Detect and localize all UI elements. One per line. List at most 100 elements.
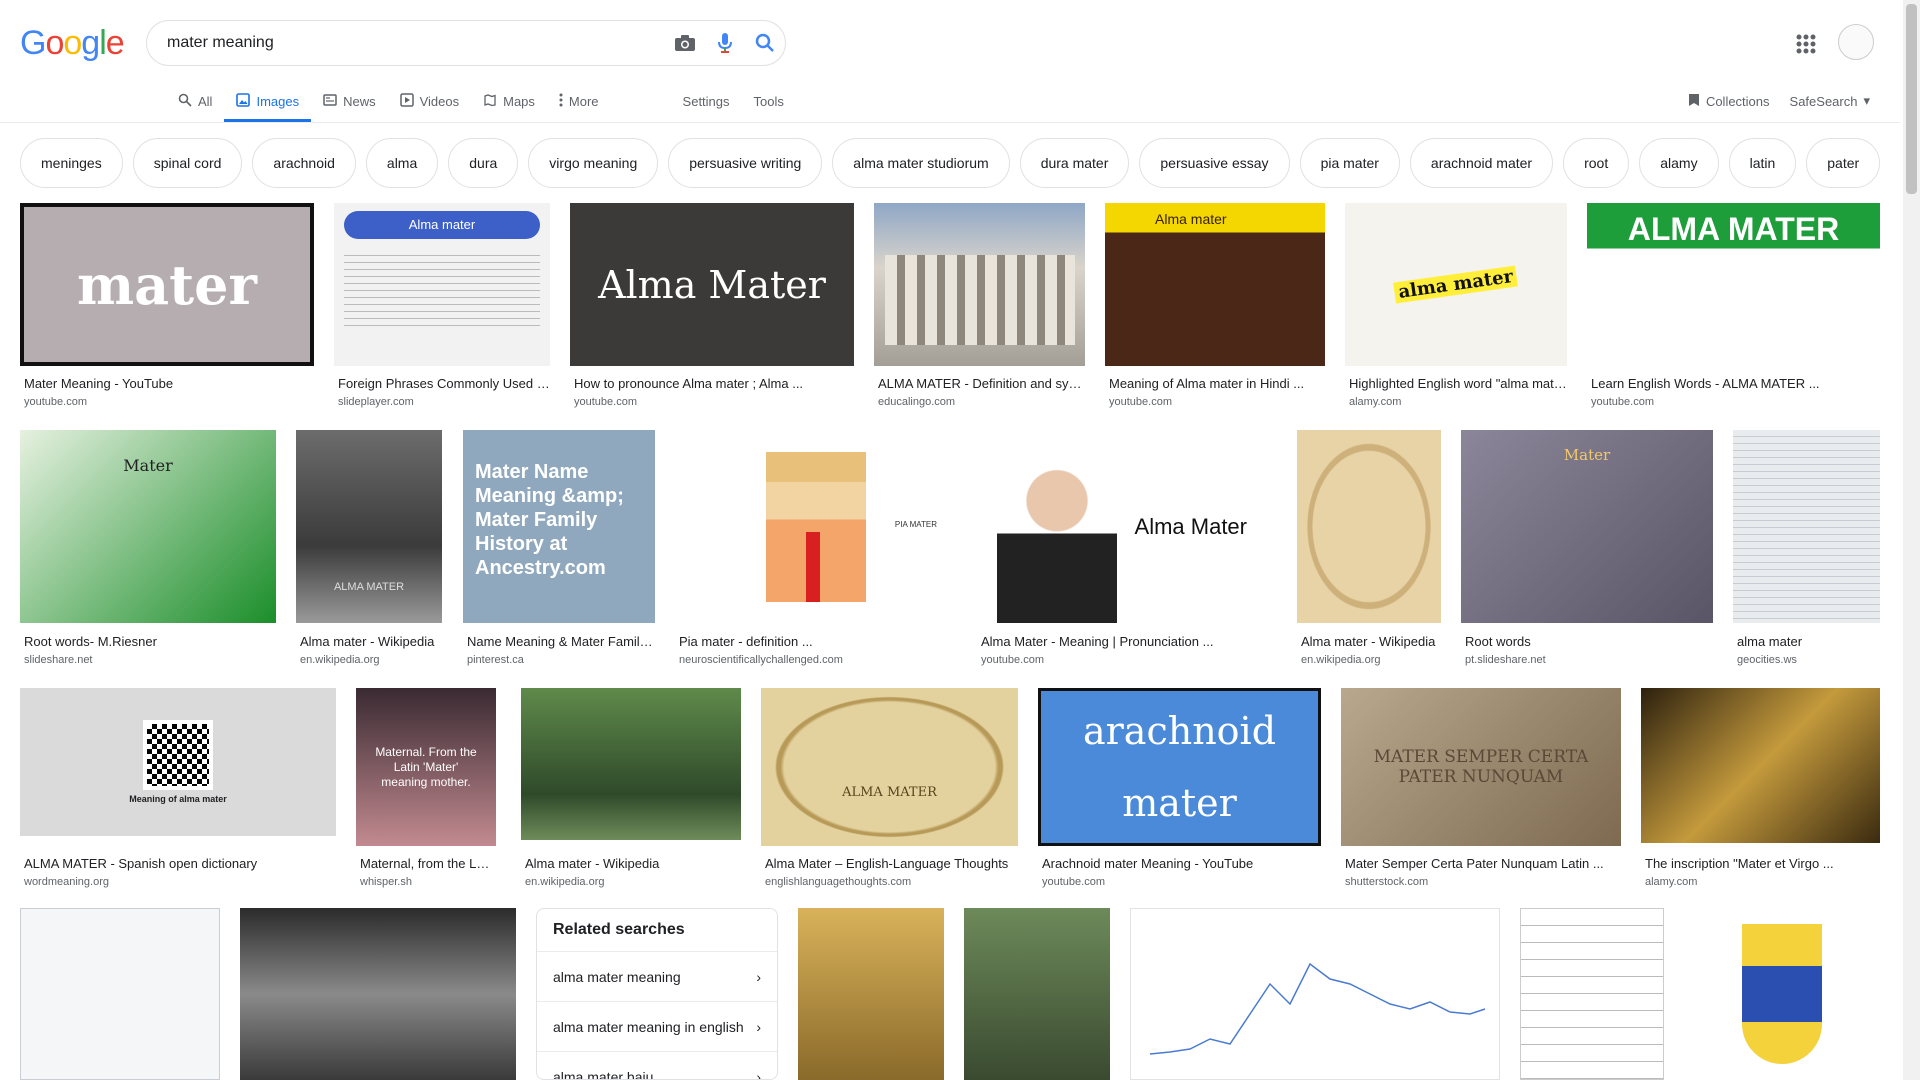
result-title[interactable]: Name Meaning & Mater Family... xyxy=(467,634,655,649)
tab-maps[interactable]: Maps xyxy=(471,80,547,122)
tab-images[interactable]: Images xyxy=(224,80,311,122)
image-result[interactable]: Alma mater Foreign Phrases Commonly Used… xyxy=(334,203,550,408)
tab-all[interactable]: All xyxy=(166,80,224,122)
camera-icon[interactable] xyxy=(665,23,705,63)
result-thumbnail[interactable]: ALMA MATER xyxy=(1587,203,1880,366)
result-title[interactable]: Maternal, from the Lati... xyxy=(360,856,496,871)
result-title[interactable]: Alma Mater – English-Language Thoughts xyxy=(765,856,1018,871)
result-title[interactable]: Mater Meaning - YouTube xyxy=(24,376,314,391)
scrollbar-thumb[interactable] xyxy=(1906,4,1917,194)
image-result[interactable]: Maternal. From the Latin 'Mater' meaning… xyxy=(356,688,496,893)
settings-link[interactable]: Settings xyxy=(671,80,742,122)
result-thumbnail[interactable]: Alma Mater xyxy=(570,203,854,366)
result-thumbnail[interactable]: ALMA MATER xyxy=(296,430,442,623)
image-result[interactable] xyxy=(1684,908,1880,1080)
result-thumbnail[interactable]: PIA MATER xyxy=(675,430,957,623)
result-thumbnail[interactable] xyxy=(1641,688,1880,843)
image-result[interactable]: Alma Mater How to pronounce Alma mater ;… xyxy=(570,203,854,408)
page-scrollbar[interactable] xyxy=(1903,0,1920,1080)
chip[interactable]: alma mater studiorum xyxy=(832,138,1010,188)
apps-grid-icon[interactable] xyxy=(1794,32,1818,56)
chip[interactable]: root xyxy=(1563,138,1630,188)
image-result[interactable]: arachnoid mater Arachnoid mater Meaning … xyxy=(1038,688,1321,893)
result-thumbnail[interactable]: Alma mater xyxy=(334,203,550,366)
result-title[interactable]: Root words- M.Riesner xyxy=(24,634,276,649)
image-result[interactable] xyxy=(20,908,220,1080)
google-logo[interactable]: Google xyxy=(20,24,125,63)
result-title[interactable]: Learn English Words - ALMA MATER ... xyxy=(1591,376,1880,391)
chip[interactable]: arachnoid mater xyxy=(1409,138,1554,188)
result-thumbnail[interactable] xyxy=(20,908,220,1080)
result-title[interactable]: Pia mater - definition ... xyxy=(679,634,957,649)
chip[interactable]: alma xyxy=(365,138,439,188)
chip[interactable]: pater xyxy=(1806,138,1881,188)
result-thumbnail[interactable]: Meaning of alma mater xyxy=(20,688,336,836)
result-thumbnail[interactable] xyxy=(240,908,516,1080)
result-title[interactable]: Alma mater - Wikipedia xyxy=(525,856,741,871)
image-result[interactable] xyxy=(240,908,516,1080)
safesearch-button[interactable]: SafeSearch ▾ xyxy=(1790,93,1870,109)
tools-link[interactable]: Tools xyxy=(742,80,796,122)
chip[interactable]: spinal cord xyxy=(132,138,243,188)
result-thumbnail[interactable] xyxy=(1733,430,1880,623)
chip[interactable]: latin xyxy=(1728,138,1797,188)
related-search-item[interactable]: alma mater baju › xyxy=(537,1051,777,1079)
result-thumbnail[interactable] xyxy=(521,688,741,840)
result-title[interactable]: Alma mater - Wikipedia xyxy=(1301,634,1441,649)
result-thumbnail[interactable]: Alma mater xyxy=(1105,203,1325,366)
image-result[interactable] xyxy=(1520,908,1664,1080)
result-title[interactable]: Highlighted English word "alma mate... xyxy=(1349,376,1567,391)
result-title[interactable]: How to pronounce Alma mater ; Alma ... xyxy=(574,376,854,391)
chip[interactable]: virgo meaning xyxy=(528,138,659,188)
result-thumbnail[interactable]: Maternal. From the Latin 'Mater' meaning… xyxy=(356,688,496,846)
image-result[interactable]: Alma mater - Wikipedia en.wikipedia.org xyxy=(521,688,741,893)
result-title[interactable]: alma mater xyxy=(1737,634,1880,649)
chip[interactable]: dura mater xyxy=(1019,138,1130,188)
image-result[interactable]: ALMA MATER Alma Mater – English-Language… xyxy=(761,688,1018,893)
result-title[interactable]: ALMA MATER - Spanish open dictionary xyxy=(24,856,336,871)
result-thumbnail[interactable]: alma mater xyxy=(1345,203,1567,366)
search-input[interactable] xyxy=(167,34,665,52)
tab-more[interactable]: More xyxy=(547,80,611,122)
image-result[interactable]: Alma mater - Wikipedia en.wikipedia.org xyxy=(1297,430,1441,668)
chip[interactable]: arachnoid xyxy=(252,138,356,188)
image-result[interactable]: ALMA MATER - Definition and syn... educa… xyxy=(874,203,1085,408)
result-title[interactable]: Meaning of Alma mater in Hindi ... xyxy=(1109,376,1325,391)
result-title[interactable]: Alma mater - Wikipedia xyxy=(300,634,442,649)
image-result[interactable]: Meaning of alma mater ALMA MATER - Spani… xyxy=(20,688,336,893)
collections-button[interactable]: Collections xyxy=(1688,93,1770,110)
image-result[interactable]: Alma Mater Alma Mater - Meaning | Pronun… xyxy=(977,430,1277,668)
result-thumbnail[interactable]: Mater xyxy=(20,430,276,623)
result-thumbnail[interactable]: mater xyxy=(20,203,314,366)
chip[interactable]: persuasive writing xyxy=(668,138,823,188)
tab-news[interactable]: News xyxy=(311,80,388,122)
chip[interactable]: persuasive essay xyxy=(1139,138,1290,188)
result-thumbnail[interactable] xyxy=(1297,430,1441,623)
image-result[interactable]: Mater Root words pt.slideshare.net xyxy=(1461,430,1713,668)
mic-icon[interactable] xyxy=(705,23,745,63)
result-thumbnail[interactable]: Mater xyxy=(1461,430,1713,623)
result-title[interactable]: Foreign Phrases Commonly Used i... xyxy=(338,376,550,391)
result-title[interactable]: Root words xyxy=(1465,634,1713,649)
image-result[interactable]: mater Mater Meaning - YouTube youtube.co… xyxy=(20,203,314,408)
image-result[interactable]: Alma mater Meaning of Alma mater in Hind… xyxy=(1105,203,1325,408)
image-result[interactable]: PIA MATER Pia mater - definition ... neu… xyxy=(675,430,957,668)
result-title[interactable]: ALMA MATER - Definition and syn... xyxy=(878,376,1085,391)
related-search-item[interactable]: alma mater meaning › xyxy=(537,951,777,1001)
image-result[interactable] xyxy=(798,908,944,1080)
image-result[interactable]: Mater Root words- M.Riesner slideshare.n… xyxy=(20,430,276,668)
result-thumbnail[interactable] xyxy=(798,908,944,1080)
result-thumbnail[interactable] xyxy=(1684,908,1880,1080)
image-result[interactable]: ALMA MATER Learn English Words - ALMA MA… xyxy=(1587,203,1880,408)
image-result[interactable]: alma mater Highlighted English word "alm… xyxy=(1345,203,1567,408)
result-thumbnail[interactable]: Alma Mater xyxy=(977,430,1277,623)
result-thumbnail[interactable]: arachnoid mater xyxy=(1038,688,1321,846)
search-icon[interactable] xyxy=(745,23,785,63)
image-result[interactable]: ALMA MATER Alma mater - Wikipedia en.wik… xyxy=(296,430,442,668)
image-result[interactable] xyxy=(964,908,1110,1080)
chip[interactable]: pia mater xyxy=(1299,138,1400,188)
result-thumbnail[interactable]: Mater Name Meaning &amp; Mater Family Hi… xyxy=(463,430,655,623)
result-title[interactable]: Alma Mater - Meaning | Pronunciation ... xyxy=(981,634,1277,649)
result-title[interactable]: Arachnoid mater Meaning - YouTube xyxy=(1042,856,1321,871)
result-title[interactable]: The inscription "Mater et Virgo ... xyxy=(1645,856,1880,871)
